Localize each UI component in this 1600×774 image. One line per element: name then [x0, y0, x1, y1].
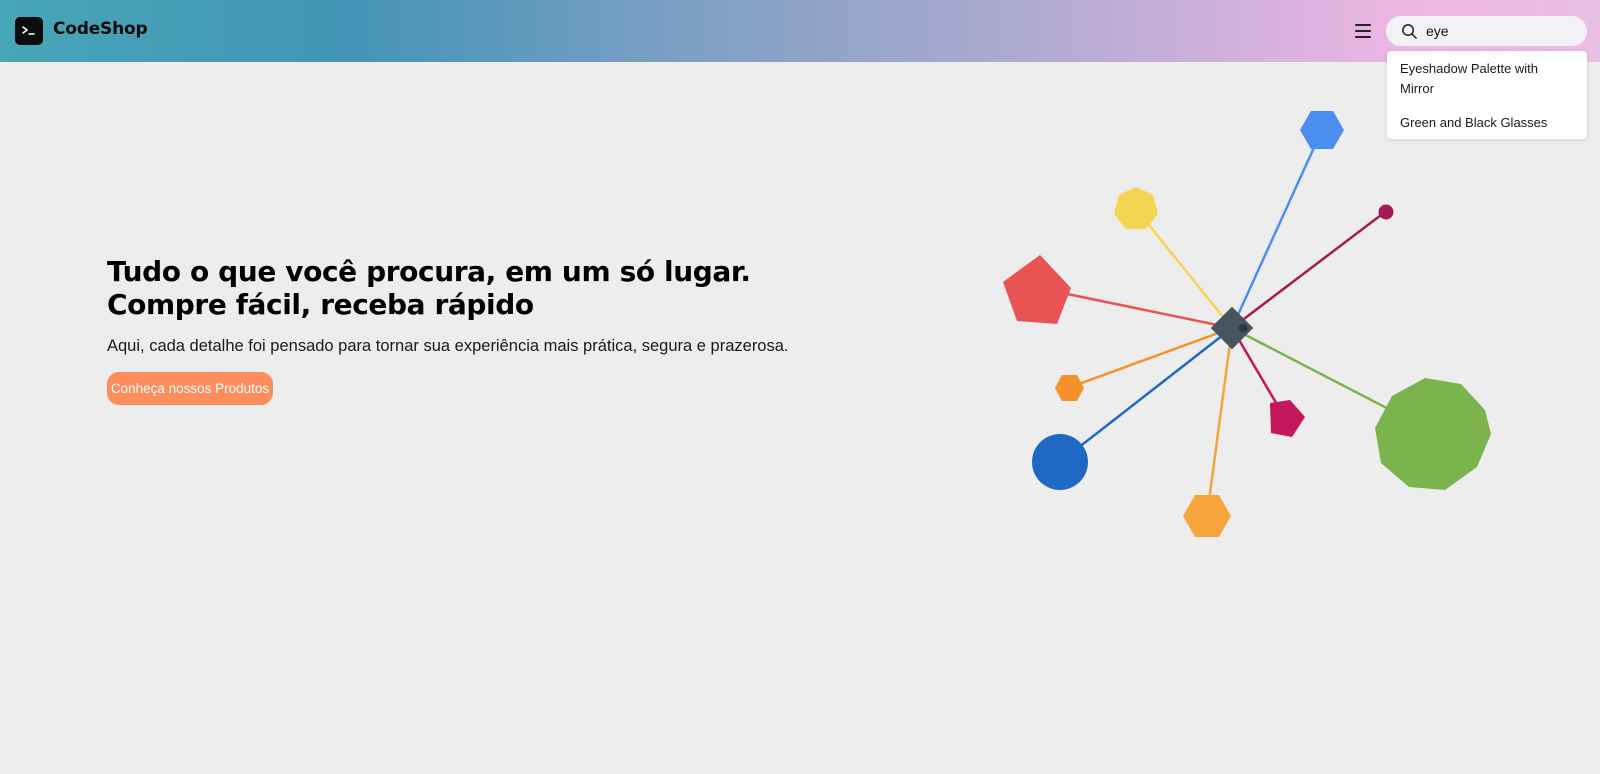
- orange-hexagon-shape: [1183, 495, 1231, 537]
- blue-hexagon-shape: [1300, 111, 1344, 149]
- crimson-pentagon-shape: [1270, 400, 1305, 437]
- search-input[interactable]: [1426, 21, 1576, 41]
- yellow-heptagon-shape: [1114, 187, 1158, 229]
- search-bar[interactable]: [1386, 16, 1587, 46]
- orange-small-hexagon-shape: [1055, 375, 1084, 401]
- search-icon: [1402, 24, 1417, 39]
- explore-products-button[interactable]: Conheça nossos Produtos: [107, 372, 273, 405]
- terminal-icon[interactable]: [15, 17, 43, 45]
- suggestion-item[interactable]: Eyeshadow Palette with Mirror: [1400, 59, 1575, 99]
- hero-subtitle: Aqui, cada detalhe foi pensado para torn…: [107, 337, 789, 355]
- brand-name[interactable]: CodeShop: [53, 19, 148, 39]
- network-illustration: [1003, 111, 1491, 537]
- magenta-dot-shape: [1378, 204, 1394, 220]
- hero-title: Tudo o que você procura, em um só lugar.…: [107, 255, 751, 321]
- top-navigation-bar: CodeShop: [0, 0, 1600, 62]
- blue-circle-shape: [1032, 434, 1088, 490]
- hamburger-menu-icon[interactable]: [1352, 20, 1374, 42]
- hub-center-dot: [1238, 323, 1248, 333]
- green-nonagon-shape: [1375, 378, 1491, 490]
- red-pentagon-shape: [1003, 255, 1071, 324]
